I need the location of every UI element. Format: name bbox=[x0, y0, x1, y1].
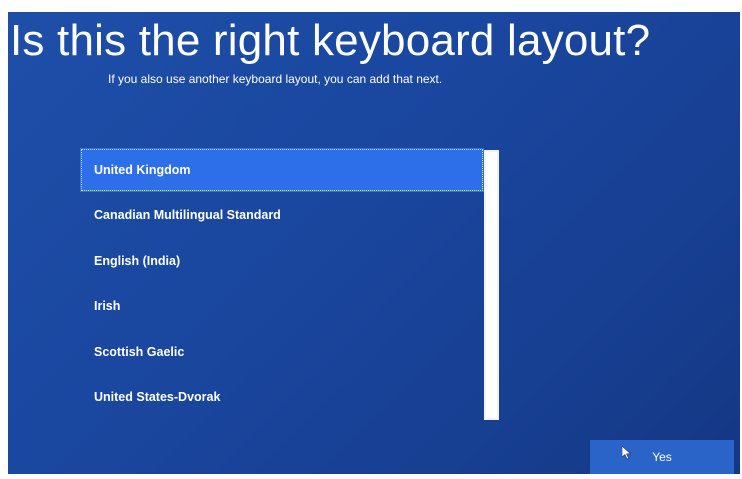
layout-item-irish[interactable]: Irish bbox=[80, 284, 484, 328]
page-subtitle: If you also use another keyboard layout,… bbox=[108, 72, 443, 86]
scrollbar-thumb[interactable] bbox=[486, 152, 497, 418]
mouse-pointer-icon bbox=[622, 446, 632, 460]
layout-item-canadian-multilingual-standard[interactable]: Canadian Multilingual Standard bbox=[80, 193, 484, 237]
layout-item-united-states-dvorak[interactable]: United States-Dvorak bbox=[80, 375, 484, 419]
page-title: Is this the right keyboard layout? bbox=[10, 16, 651, 65]
yes-button[interactable]: Yes bbox=[590, 440, 734, 474]
keyboard-layout-list: United Kingdom Canadian Multilingual Sta… bbox=[80, 148, 486, 420]
setup-screen: Is this the right keyboard layout? If yo… bbox=[8, 12, 740, 474]
list-scrollbar[interactable] bbox=[484, 150, 499, 420]
layout-item-english-india[interactable]: English (India) bbox=[80, 239, 484, 283]
layout-item-united-kingdom[interactable]: United Kingdom bbox=[80, 148, 484, 192]
layout-item-scottish-gaelic[interactable]: Scottish Gaelic bbox=[80, 330, 484, 374]
